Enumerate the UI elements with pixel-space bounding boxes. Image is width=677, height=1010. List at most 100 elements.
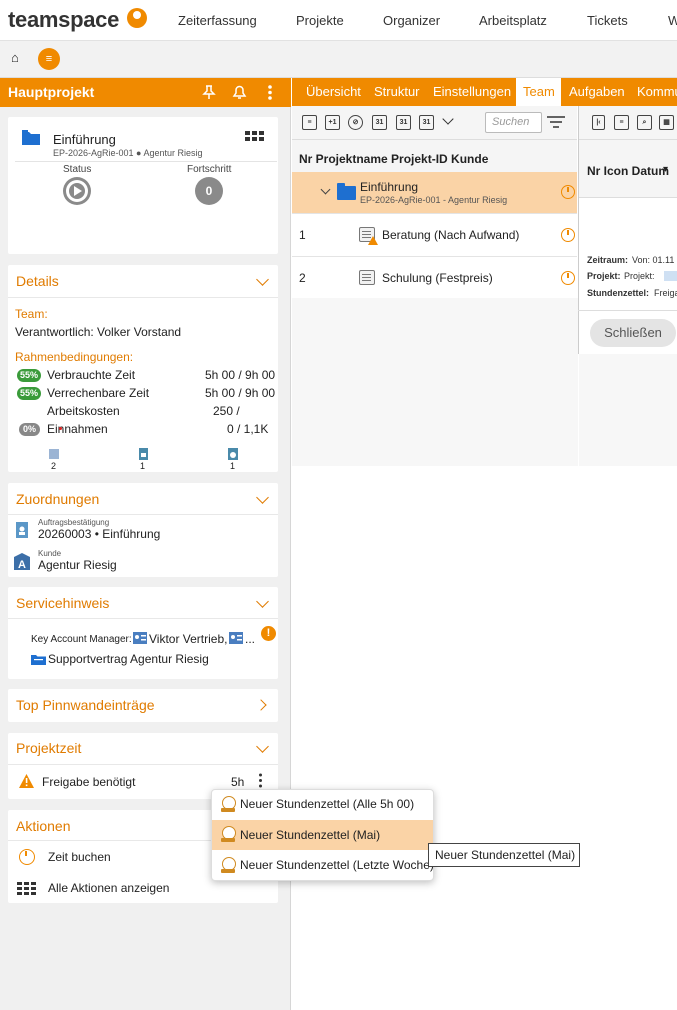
bell-icon[interactable] (232, 84, 247, 100)
folder-icon (22, 130, 40, 145)
percent-pill: 55% (17, 369, 41, 382)
flag-icon (49, 449, 59, 459)
count-value: 2 (51, 461, 57, 471)
contract-link[interactable]: Supportvertrag Agentur Riesig (48, 652, 209, 666)
nav-arbeitsplatz[interactable]: Arbeitsplatz (479, 13, 547, 28)
assignment-caption: Auftragsbestätigung (38, 518, 110, 527)
calendar-icon[interactable]: 31 (396, 115, 411, 130)
condition-value: 5h 00 / 9h 00 (205, 386, 276, 400)
responsible-text: Verantwortlich: Volker Vorstand (15, 325, 182, 339)
nav-projekte[interactable]: Projekte (296, 13, 344, 28)
row-divider (292, 256, 577, 257)
divider (8, 297, 278, 298)
team-label: Team: (15, 307, 48, 321)
stopwatch-icon[interactable] (561, 228, 575, 242)
assignments-title: Zuordnungen (16, 491, 100, 507)
nav-organizer[interactable]: Organizer (383, 13, 440, 28)
first-page-icon[interactable]: |‹ (592, 115, 605, 130)
contract-folder-icon (31, 655, 46, 665)
table-row-selected[interactable] (292, 172, 577, 213)
search-document-icon[interactable]: ⌕ (637, 115, 652, 130)
projekt-value: Projekt: (624, 271, 655, 281)
assignment-value[interactable]: 20260003 • Einführung (38, 527, 160, 541)
actions-title: Aktionen (16, 818, 71, 834)
play-icon (74, 186, 82, 196)
divider (8, 514, 278, 515)
menu-item-last-week[interactable]: Neuer Stundenzettel (Letzte Woche) (240, 858, 434, 872)
left-panel-title: Hauptprojekt (8, 84, 95, 100)
svg-text:A: A (18, 559, 26, 570)
divider (15, 161, 277, 162)
add-one-icon[interactable]: +1 (325, 115, 340, 130)
zeitraum-value: Von: 01.11 (632, 255, 675, 265)
assignment-caption: Kunde (38, 549, 62, 558)
tab-team[interactable]: Team (523, 84, 555, 99)
user-card-icon (133, 632, 147, 644)
warning-badge-icon[interactable]: ! (261, 626, 276, 641)
row-divider (292, 213, 577, 214)
right-pane-empty-area (579, 354, 677, 466)
search-input[interactable]: Suchen (485, 112, 542, 133)
divider (8, 764, 278, 765)
nav-tickets[interactable]: Tickets (587, 13, 628, 28)
percent-pill: 0% (19, 423, 40, 436)
percent-pill: 55% (17, 387, 41, 400)
right-pane-header-text: Nr Icon Datum (587, 164, 670, 178)
tab-communication[interactable]: Kommu (637, 84, 677, 99)
grid-view-icon[interactable]: ▦ (659, 115, 674, 130)
assignment-value[interactable]: Agentur Riesig (38, 558, 117, 572)
customer-icon: A (14, 553, 30, 570)
kam-label: Key Account Manager: (31, 634, 132, 645)
menu-item-may[interactable]: Neuer Stundenzettel (Mai) (240, 828, 380, 842)
progress-label: Fortschritt (187, 164, 232, 175)
tab-settings[interactable]: Einstellungen (433, 84, 511, 99)
stundenzettel-label: Stundenzettel: (587, 288, 649, 298)
filter-icon[interactable] (547, 116, 565, 129)
folder-icon (337, 183, 356, 200)
disabled-icon[interactable]: ⊘ (348, 115, 363, 130)
action-book-time[interactable]: Zeit buchen (48, 850, 111, 864)
teamspace-logo[interactable]: teamspace (8, 7, 119, 33)
row-sub: EP-2026-AgRie-001 - Agentur Riesig (360, 195, 508, 205)
progress-badge: 0 (195, 177, 223, 205)
divider (578, 310, 677, 311)
menu-item-all[interactable]: Neuer Stundenzettel (Alle 5h 00) (240, 797, 414, 811)
calendar-icon[interactable]: 31 (372, 115, 387, 130)
nav-zeiterfassung[interactable]: Zeiterfassung (178, 13, 257, 28)
tab-structure[interactable]: Struktur (374, 84, 420, 99)
nav-more[interactable]: W (668, 13, 677, 28)
grid-apps-icon[interactable] (245, 131, 265, 147)
kam-more[interactable]: ... (245, 632, 255, 646)
calendar-icon[interactable]: 31 (419, 115, 434, 130)
pinboard-title[interactable]: Top Pinnwandeinträge (16, 697, 155, 713)
logo-mark-icon (127, 8, 147, 28)
row-name[interactable]: Schulung (Festpreis) (382, 271, 493, 285)
pin-icon[interactable] (202, 85, 216, 100)
user-card-icon (229, 632, 243, 644)
tooltip: Neuer Stundenzettel (Mai) (428, 843, 580, 867)
tab-overview[interactable]: Übersicht (306, 84, 361, 99)
list-icon[interactable]: ≡ (614, 115, 629, 130)
grid-empty-area (292, 298, 578, 466)
tab-tasks[interactable]: Aufgaben (569, 84, 625, 99)
project-name: Einführung (53, 132, 116, 147)
home-icon[interactable]: ⌂ (11, 50, 19, 65)
more-vertical-icon[interactable] (266, 84, 274, 101)
details-title: Details (16, 273, 59, 289)
project-card (8, 117, 278, 254)
conditions-label: Rahmenbedingungen: (15, 350, 134, 364)
stopwatch-icon[interactable] (561, 271, 575, 285)
action-all[interactable]: Alle Aktionen anzeigen (48, 881, 169, 895)
menu-button[interactable]: ≡ (38, 48, 60, 70)
row-name[interactable]: Beratung (Nach Aufwand) (382, 228, 519, 242)
more-vertical-icon[interactable] (258, 773, 263, 788)
kam-value[interactable]: Viktor Vertrieb, (149, 632, 227, 646)
stopwatch-icon[interactable] (561, 185, 575, 199)
close-button[interactable]: Schließen (590, 319, 676, 347)
projecttime-item: Freigabe benötigt (42, 775, 136, 789)
list-icon[interactable]: ≡ (302, 115, 317, 130)
timesheet-icon (221, 796, 236, 812)
status-label: Status (63, 164, 92, 175)
sort-arrow-icon[interactable]: ▾ (663, 164, 668, 175)
condition-label: Arbeitskosten (47, 404, 120, 418)
